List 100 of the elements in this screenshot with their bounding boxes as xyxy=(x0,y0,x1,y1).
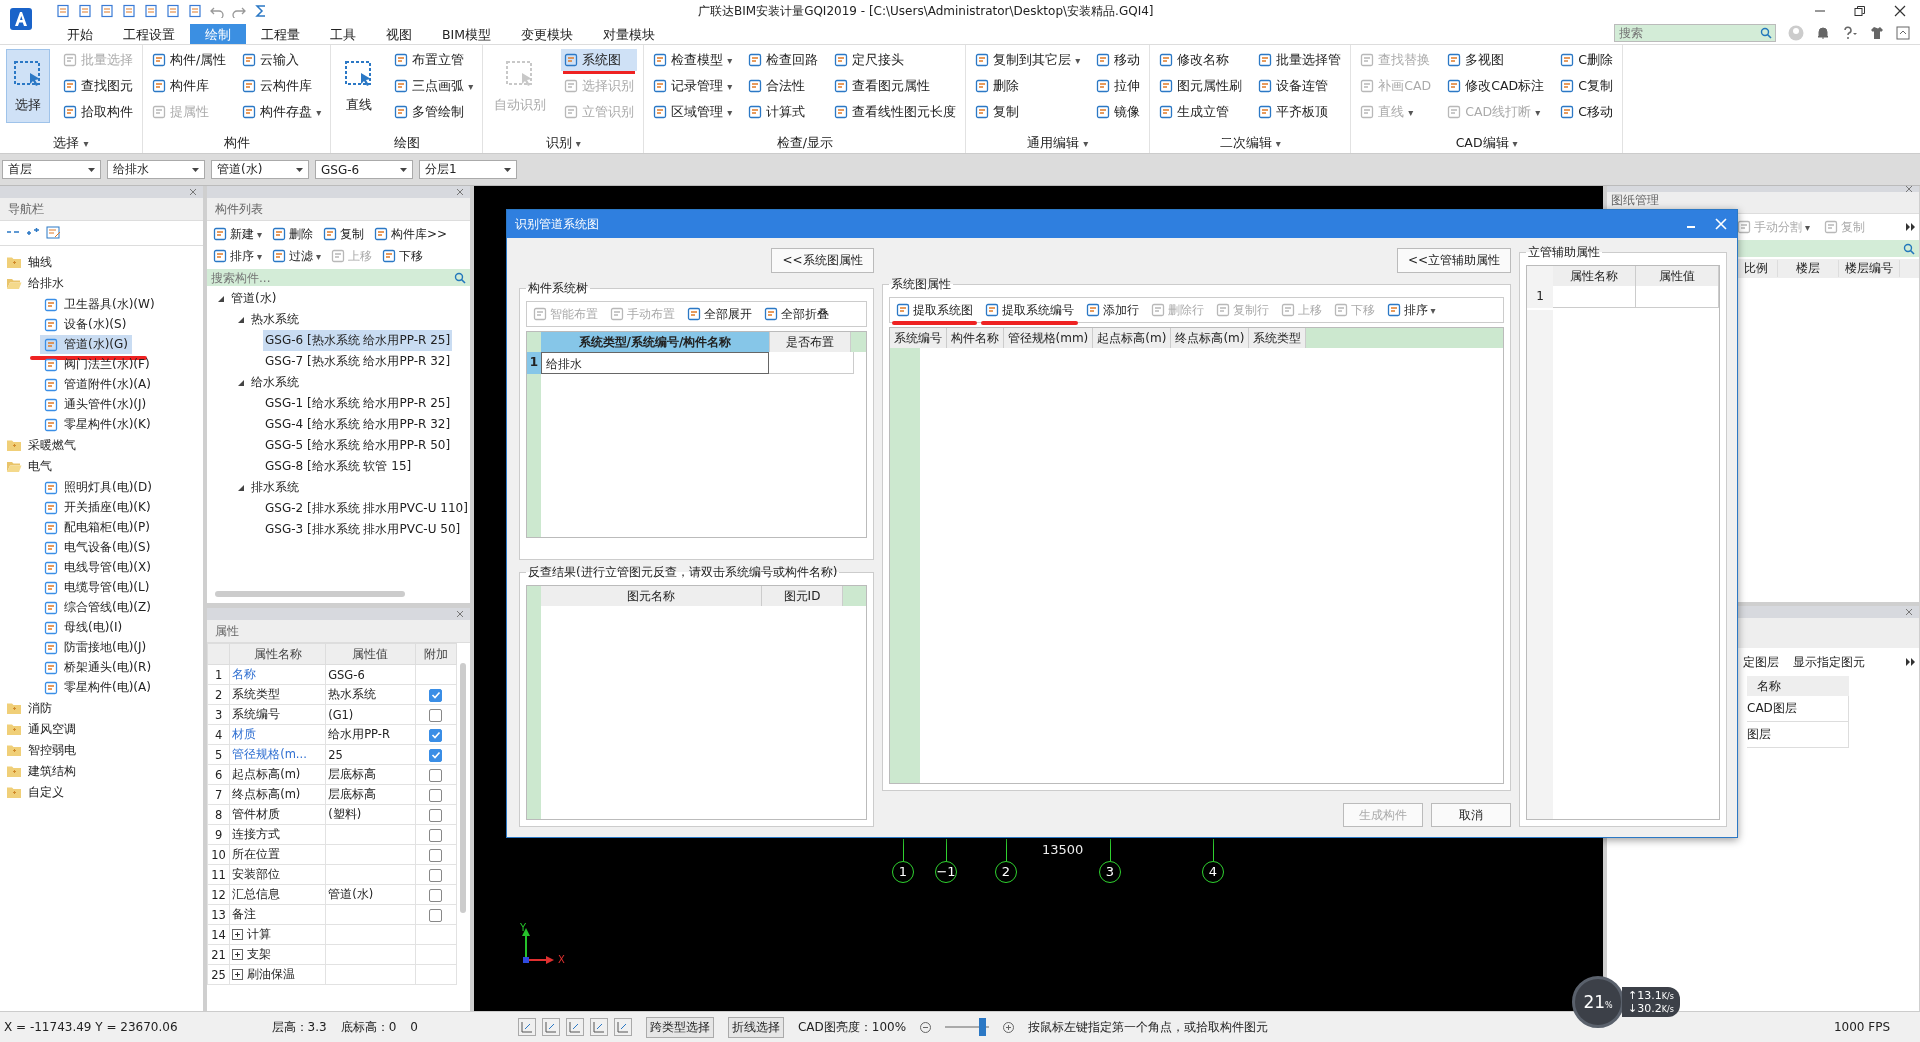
ribbon-button[interactable]: 检查回路 xyxy=(745,49,822,71)
ribbon-button[interactable]: C删除 xyxy=(1557,49,1616,71)
ribbon-button[interactable]: 批量选择管 xyxy=(1255,49,1345,71)
dropdown[interactable]: 分层1 xyxy=(419,160,517,179)
ribbon-button[interactable]: 镜像 xyxy=(1093,101,1144,123)
tree-item[interactable]: 设备(水)(S) xyxy=(40,315,131,334)
ribbon-button[interactable]: 布置立管 xyxy=(391,49,477,71)
folder-item[interactable]: 自定义 xyxy=(0,782,203,803)
folder-item[interactable]: 通风空调 xyxy=(0,719,203,740)
tree-item[interactable]: 电气设备(电)(S) xyxy=(40,538,155,557)
ribbon-tab[interactable]: 变更模块 xyxy=(506,24,589,44)
tree-item[interactable]: 照明灯具(电)(D) xyxy=(40,478,156,497)
ribbon-button[interactable]: 生成立管 xyxy=(1156,101,1246,123)
ribbon-button[interactable]: 查找图元 xyxy=(60,75,136,97)
toolbar-button[interactable]: 跨类型选择 xyxy=(645,1016,714,1038)
tree-item[interactable]: GSG-6 [热水系统 给水用PP-R 25] xyxy=(263,330,453,351)
tree-item[interactable]: 管道(水) xyxy=(207,288,470,309)
ribbon-button[interactable]: 拉伸 xyxy=(1093,75,1144,97)
folder-item[interactable]: 电气 xyxy=(0,456,203,477)
tree-item[interactable]: 电线导管(电)(X) xyxy=(40,558,155,577)
toolbar-button[interactable]: 复制 xyxy=(323,225,365,243)
ribbon-button[interactable]: 构件存盘 ▾ xyxy=(239,101,325,123)
ribbon-tab[interactable]: 开始 xyxy=(52,24,108,44)
dropdown[interactable]: GSG-6 xyxy=(315,160,413,179)
tree-item[interactable]: 给水系统 xyxy=(207,372,470,393)
toolbar-button[interactable]: 新建 ▾ xyxy=(213,225,263,243)
tree-item[interactable]: 综合管线(电)(Z) xyxy=(40,598,155,617)
toolbar-button[interactable]: 排序 ▾ xyxy=(1386,301,1436,319)
toolbar-button[interactable]: 全部折叠 xyxy=(764,305,829,323)
search-field[interactable]: 搜索构件... xyxy=(207,269,470,286)
search-field[interactable]: 搜索 xyxy=(1614,24,1776,42)
tree-item[interactable]: 电缆导管(电)(L) xyxy=(40,578,154,597)
toolbar-button[interactable]: 构件库>> xyxy=(374,225,448,243)
ribbon-button[interactable]: 云构件库 xyxy=(239,75,325,97)
toolbar-button[interactable]: 提取系统图 xyxy=(895,301,973,319)
dropdown[interactable]: 管道(水) xyxy=(211,160,309,179)
expand-button[interactable]: <<系统图属性 xyxy=(771,247,874,273)
ribbon-button[interactable]: 图元属性刷 xyxy=(1156,75,1246,97)
tree-item[interactable]: GSG-4 [给水系统 给水用PP-R 32] xyxy=(263,414,453,435)
ribbon-button[interactable]: 多视图 xyxy=(1444,49,1548,71)
folder-item[interactable]: 消防 xyxy=(0,698,203,719)
toolbar-button[interactable]: 排序 ▾ xyxy=(213,247,263,265)
toolbar-button[interactable]: 定图层 xyxy=(1743,653,1779,671)
folder-item[interactable]: 采暖燃气 xyxy=(0,435,203,456)
ribbon-button[interactable]: 复制 xyxy=(972,101,1084,123)
toolbar-button[interactable]: 添加行 xyxy=(1085,301,1139,319)
ribbon-button[interactable]: 删除 xyxy=(972,75,1084,97)
toolbar-button[interactable]: 折线选择 xyxy=(727,1016,784,1038)
tree-item[interactable]: 热水系统 xyxy=(207,309,470,330)
ribbon-button[interactable]: 多管绘制 xyxy=(391,101,477,123)
ribbon-button[interactable]: 平齐板顶 xyxy=(1255,101,1345,123)
tree-item[interactable]: GSG-2 [排水系统 排水用PVC-U 110] xyxy=(263,498,470,519)
ribbon-button[interactable]: 合法性 xyxy=(745,75,822,97)
ribbon-button[interactable]: 计算式 xyxy=(745,101,822,123)
ribbon-button[interactable]: 云输入 xyxy=(239,49,325,71)
toolbar-button[interactable]: 下移 xyxy=(382,247,424,265)
dropdown[interactable]: 给排水 xyxy=(107,160,205,179)
toolbar-button[interactable]: 删除 xyxy=(272,225,314,243)
tree-item[interactable]: 通头管件(水)(J) xyxy=(40,395,151,414)
ribbon-button[interactable]: 复制到其它层 ▾ xyxy=(972,49,1084,71)
ribbon-button[interactable]: 直线 xyxy=(337,49,382,123)
ribbon-button[interactable]: 修改CAD标注 xyxy=(1444,75,1548,97)
ribbon-tab[interactable]: 视图 xyxy=(371,24,427,44)
ribbon-button[interactable]: C移动 xyxy=(1557,101,1616,123)
ribbon-tab[interactable]: 对量模块 xyxy=(588,24,671,44)
ribbon-button[interactable]: 查看图元属性 xyxy=(831,75,960,97)
expand-button[interactable]: <<立管辅助属性 xyxy=(1396,247,1511,273)
toolbar-button[interactable]: 过滤 ▾ xyxy=(272,247,322,265)
ribbon-button[interactable]: 设备连管 xyxy=(1255,75,1345,97)
ribbon-button[interactable]: 系统图 xyxy=(561,49,638,71)
ribbon-button[interactable]: 构件库 xyxy=(149,75,230,97)
table-cell[interactable]: 给排水 xyxy=(541,352,769,374)
toolbar-button[interactable]: 显示指定图元 xyxy=(1793,653,1865,671)
ribbon-button[interactable]: 移动 xyxy=(1093,49,1144,71)
ribbon-tab[interactable]: BIM模型 xyxy=(427,24,507,44)
ribbon-button[interactable]: 拾取构件 xyxy=(60,101,136,123)
tree-item[interactable]: 零星构件(水)(K) xyxy=(40,415,155,434)
ribbon-button[interactable]: 定尺接头 xyxy=(831,49,960,71)
dialog-button[interactable]: 取消 xyxy=(1431,803,1511,827)
tree-item[interactable]: 防雷接地(电)(J) xyxy=(40,638,151,657)
tree-item[interactable]: 卫生器具(水)(W) xyxy=(40,295,159,314)
ribbon-tab[interactable]: 工程设置 xyxy=(108,24,190,44)
tree-item[interactable]: 管道附件(水)(A) xyxy=(40,375,155,394)
tree-item[interactable]: GSG-7 [热水系统 给水用PP-R 32] xyxy=(263,351,453,372)
ribbon-button[interactable]: 修改名称 xyxy=(1156,49,1246,71)
tree-item[interactable]: 配电箱柜(电)(P) xyxy=(40,518,154,537)
tree-item[interactable]: GSG-3 [排水系统 排水用PVC-U 50] xyxy=(263,519,463,540)
tree-item[interactable]: 开关插座(电)(K) xyxy=(40,498,155,517)
ribbon-tab[interactable]: 工具 xyxy=(315,24,371,44)
ribbon-button[interactable]: 查看线性图元长度 xyxy=(831,101,960,123)
tree-item[interactable]: GSG-8 [给水系统 软管 15] xyxy=(263,456,414,477)
toolbar-button[interactable]: 手动分割 ▾ xyxy=(1737,218,1811,236)
toolbar-button[interactable]: 全部展开 xyxy=(687,305,752,323)
toolbar-button[interactable]: 提取系统编号 xyxy=(984,301,1074,319)
ribbon-button[interactable]: 选择 xyxy=(6,49,50,123)
ribbon-button[interactable]: 三点画弧 ▾ xyxy=(391,75,477,97)
folder-item[interactable]: 建筑结构 xyxy=(0,761,203,782)
ribbon-button[interactable]: C复制 xyxy=(1557,75,1616,97)
tree-item[interactable]: 排水系统 xyxy=(207,477,470,498)
ribbon-tab[interactable]: 工程量 xyxy=(246,24,315,44)
